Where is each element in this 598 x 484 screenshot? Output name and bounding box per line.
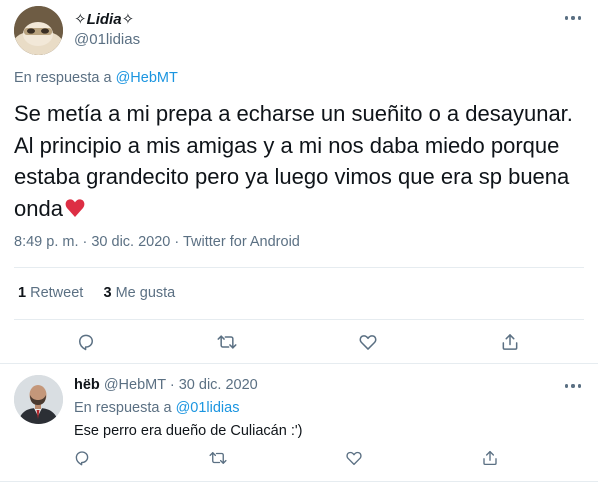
- divider: [0, 363, 598, 364]
- reply-icon[interactable]: [70, 446, 94, 470]
- retweets-label: Retweet: [30, 285, 84, 301]
- retweet-icon[interactable]: [215, 330, 239, 354]
- reply-replying-to-handle-link[interactable]: @01lidias: [176, 400, 240, 416]
- replying-to: En respuesta a @HebMT: [14, 70, 178, 86]
- replying-to-handle-link[interactable]: @HebMT: [116, 70, 178, 86]
- tweet-timestamp-source[interactable]: 8:49 p. m. · 30 dic. 2020 · Twitter for …: [14, 234, 300, 250]
- likes-label: Me gusta: [115, 285, 176, 301]
- like-icon[interactable]: [342, 446, 366, 470]
- retweets-count: 1: [18, 285, 27, 301]
- retweet-icon[interactable]: [206, 446, 230, 470]
- divider: [0, 481, 598, 482]
- reply-separator: ·: [169, 377, 175, 393]
- replying-to-label: En respuesta a: [14, 70, 112, 86]
- like-icon[interactable]: [356, 330, 380, 354]
- reply-avatar[interactable]: [14, 375, 63, 424]
- reply-display-name[interactable]: hëb: [74, 377, 100, 393]
- likes-count: 3: [103, 285, 112, 301]
- red-heart-emoji-icon: [65, 196, 85, 228]
- reply-replying-to: En respuesta a @01lidias: [74, 400, 239, 416]
- reply-text: Ese perro era dueño de Culiacán :'): [74, 423, 303, 439]
- share-icon[interactable]: [478, 446, 502, 470]
- tweet-text: Se metía a mi prepa a echarse un sueñito…: [14, 98, 584, 227]
- author-display-name[interactable]: ✧Lidia✧: [74, 10, 134, 28]
- share-icon[interactable]: [498, 330, 522, 354]
- divider: [14, 267, 584, 268]
- author-handle[interactable]: @01lidias: [74, 31, 140, 48]
- likes-stat[interactable]: 3 Me gusta: [103, 285, 175, 301]
- retweets-stat[interactable]: 1 Retweet: [18, 285, 83, 301]
- more-icon[interactable]: [562, 379, 584, 393]
- reply-date[interactable]: 30 dic. 2020: [179, 377, 258, 393]
- avatar-image: [14, 6, 63, 55]
- tweet-text-content: Se metía a mi prepa a echarse un sueñito…: [14, 101, 573, 221]
- tweet-stats: 1 Retweet 3 Me gusta: [18, 285, 175, 301]
- more-icon[interactable]: [562, 11, 584, 25]
- divider: [14, 319, 584, 320]
- reply-replying-to-label: En respuesta a: [74, 400, 172, 416]
- avatar[interactable]: [14, 6, 63, 55]
- reply-avatar-image: [14, 375, 63, 424]
- reply-icon[interactable]: [74, 330, 98, 354]
- reply-author: hëb @HebMT · 30 dic. 2020: [74, 377, 258, 393]
- reply-handle[interactable]: @HebMT: [104, 377, 166, 393]
